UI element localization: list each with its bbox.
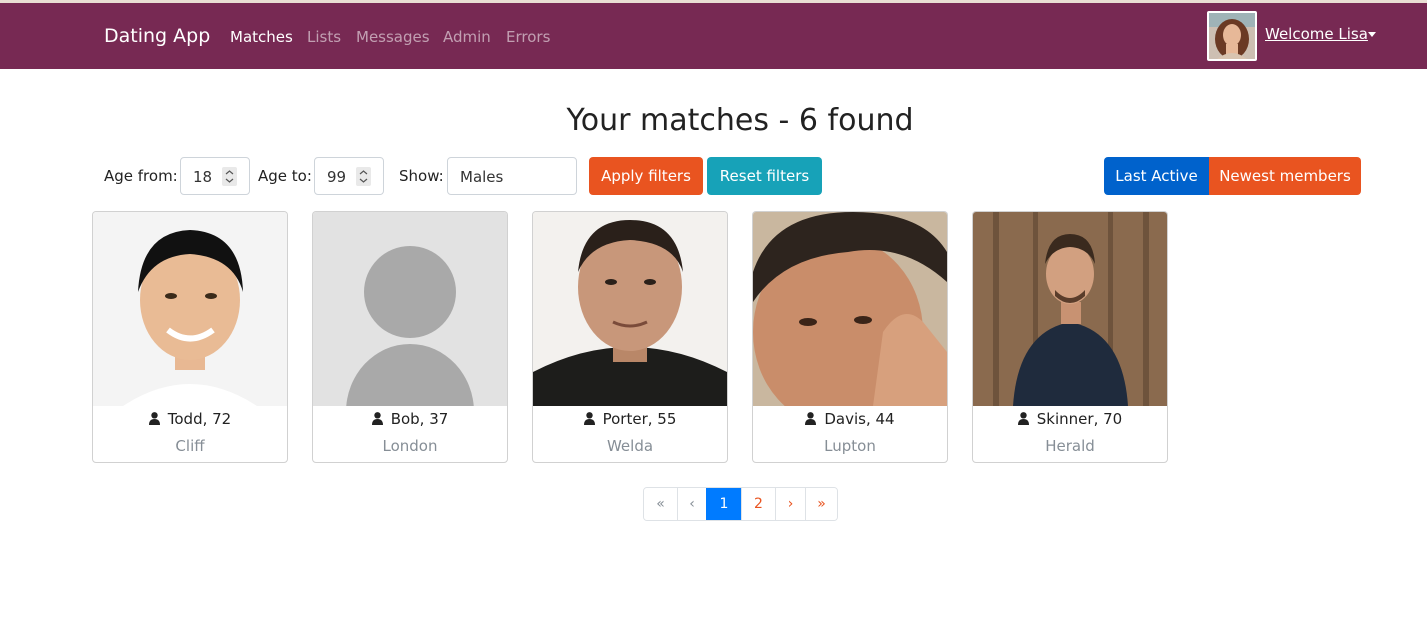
- last-active-button[interactable]: Last Active: [1104, 157, 1209, 195]
- age-to-label: Age to:: [258, 167, 312, 185]
- nav-matches[interactable]: Matches: [230, 28, 293, 46]
- welcome-dropdown[interactable]: Welcome Lisa: [1265, 25, 1368, 43]
- next-page-link[interactable]: ›: [775, 488, 805, 520]
- user-icon: [148, 412, 160, 425]
- member-card[interactable]: Porter, 55 Welda: [532, 211, 728, 463]
- member-city: Lupton: [824, 437, 876, 455]
- member-photo[interactable]: [533, 212, 727, 406]
- spinner-icon[interactable]: [222, 167, 237, 186]
- page-link-2[interactable]: 2: [741, 488, 775, 520]
- user-icon: [1017, 412, 1029, 425]
- pagination: « ‹ 1 2 › »: [643, 487, 838, 521]
- nav-errors[interactable]: Errors: [506, 28, 550, 46]
- member-name-row: Bob, 37: [313, 410, 507, 428]
- member-name: Bob, 37: [390, 410, 449, 428]
- caret-down-icon[interactable]: [1368, 32, 1376, 37]
- member-card[interactable]: Todd, 72 Cliff: [92, 211, 288, 463]
- member-card[interactable]: Skinner, 70 Herald: [972, 211, 1168, 463]
- gender-select[interactable]: Males: [447, 157, 577, 195]
- member-name: Porter, 55: [602, 410, 677, 428]
- age-from-input[interactable]: 18: [180, 157, 250, 195]
- page-title: Your matches - 6 found: [566, 103, 914, 138]
- member-city: Welda: [606, 437, 654, 455]
- newest-members-button[interactable]: Newest members: [1209, 157, 1361, 195]
- user-avatar[interactable]: [1207, 11, 1257, 61]
- brand-link[interactable]: Dating App: [104, 25, 210, 47]
- member-city: Herald: [1045, 437, 1095, 455]
- member-photo[interactable]: [973, 212, 1167, 406]
- previous-page-link[interactable]: ‹: [677, 488, 706, 520]
- member-name-row: Porter, 55: [533, 410, 727, 428]
- member-city: London: [382, 437, 438, 455]
- nav-admin[interactable]: Admin: [443, 28, 491, 46]
- member-city: Cliff: [175, 437, 205, 455]
- gender-value: Males: [460, 168, 504, 186]
- age-from-value: 18: [193, 168, 213, 186]
- navbar: Dating App Matches Lists Messages Admin …: [0, 3, 1427, 69]
- member-name-row: Skinner, 70: [973, 410, 1167, 428]
- page-link-1[interactable]: 1: [706, 488, 741, 520]
- age-from-label: Age from:: [104, 167, 178, 185]
- user-icon: [805, 412, 817, 425]
- reset-filters-button[interactable]: Reset filters: [707, 157, 822, 195]
- user-icon: [583, 412, 595, 425]
- last-page-link[interactable]: »: [805, 488, 837, 520]
- nav-lists[interactable]: Lists: [307, 28, 341, 46]
- member-name-row: Todd, 72: [93, 410, 287, 428]
- member-name: Davis, 44: [824, 410, 895, 428]
- spinner-icon[interactable]: [356, 167, 371, 186]
- member-card[interactable]: Bob, 37 London: [312, 211, 508, 463]
- apply-filters-button[interactable]: Apply filters: [589, 157, 703, 195]
- nav-messages[interactable]: Messages: [356, 28, 430, 46]
- placeholder-avatar-icon[interactable]: [313, 212, 507, 406]
- member-name: Todd, 72: [167, 410, 232, 428]
- member-name: Skinner, 70: [1036, 410, 1123, 428]
- user-icon: [371, 412, 383, 425]
- member-photo[interactable]: [93, 212, 287, 406]
- first-page-link[interactable]: «: [644, 488, 677, 520]
- member-card[interactable]: Davis, 44 Lupton: [752, 211, 948, 463]
- show-label: Show:: [399, 167, 444, 185]
- age-to-value: 99: [327, 168, 347, 186]
- member-photo[interactable]: [753, 212, 947, 406]
- age-to-input[interactable]: 99: [314, 157, 384, 195]
- member-name-row: Davis, 44: [753, 410, 947, 428]
